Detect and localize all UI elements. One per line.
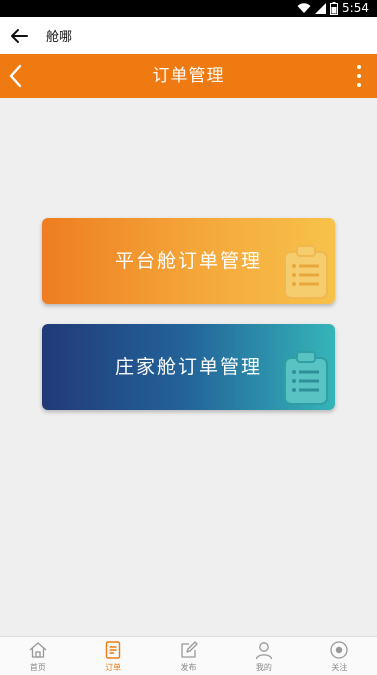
bottom-nav: 首页 订单 发布 我的 关注 xyxy=(0,636,377,675)
nav-label-order: 订单 xyxy=(105,663,122,672)
nav-label-home: 首页 xyxy=(29,663,46,672)
wifi-icon xyxy=(297,3,311,14)
more-vert-icon[interactable] xyxy=(355,64,363,88)
nav-label-publish: 发布 xyxy=(180,663,197,672)
app-bar: 舱哪 xyxy=(0,17,377,54)
app-title: 舱哪 xyxy=(46,30,73,45)
status-icons: 5:54 xyxy=(297,1,369,16)
signal-icon xyxy=(315,3,327,14)
platform-order-card[interactable]: 平台舱订单管理 xyxy=(42,218,335,304)
battery-icon xyxy=(330,2,339,15)
nav-item-follow[interactable]: 关注 xyxy=(302,637,377,675)
status-bar: 5:54 xyxy=(0,0,377,17)
home-icon xyxy=(29,642,47,658)
dealer-order-card[interactable]: 庄家舱订单管理 xyxy=(42,324,335,410)
nav-label-follow: 关注 xyxy=(331,663,348,672)
order-icon xyxy=(105,641,121,659)
nav-item-order[interactable]: 订单 xyxy=(75,637,150,675)
edit-icon xyxy=(180,641,198,658)
clipboard-icon xyxy=(284,351,328,405)
back-arrow-icon[interactable] xyxy=(10,26,30,46)
clipboard-icon xyxy=(284,245,328,299)
page-header: 订单管理 xyxy=(0,54,377,98)
page-title: 订单管理 xyxy=(152,66,225,86)
nav-item-publish[interactable]: 发布 xyxy=(151,637,226,675)
eye-icon xyxy=(330,641,348,659)
status-time: 5:54 xyxy=(342,1,369,15)
user-icon xyxy=(255,642,273,660)
nav-item-home[interactable]: 首页 xyxy=(0,637,75,675)
nav-item-mine[interactable]: 我的 xyxy=(226,637,301,675)
nav-label-mine: 我的 xyxy=(255,663,272,672)
